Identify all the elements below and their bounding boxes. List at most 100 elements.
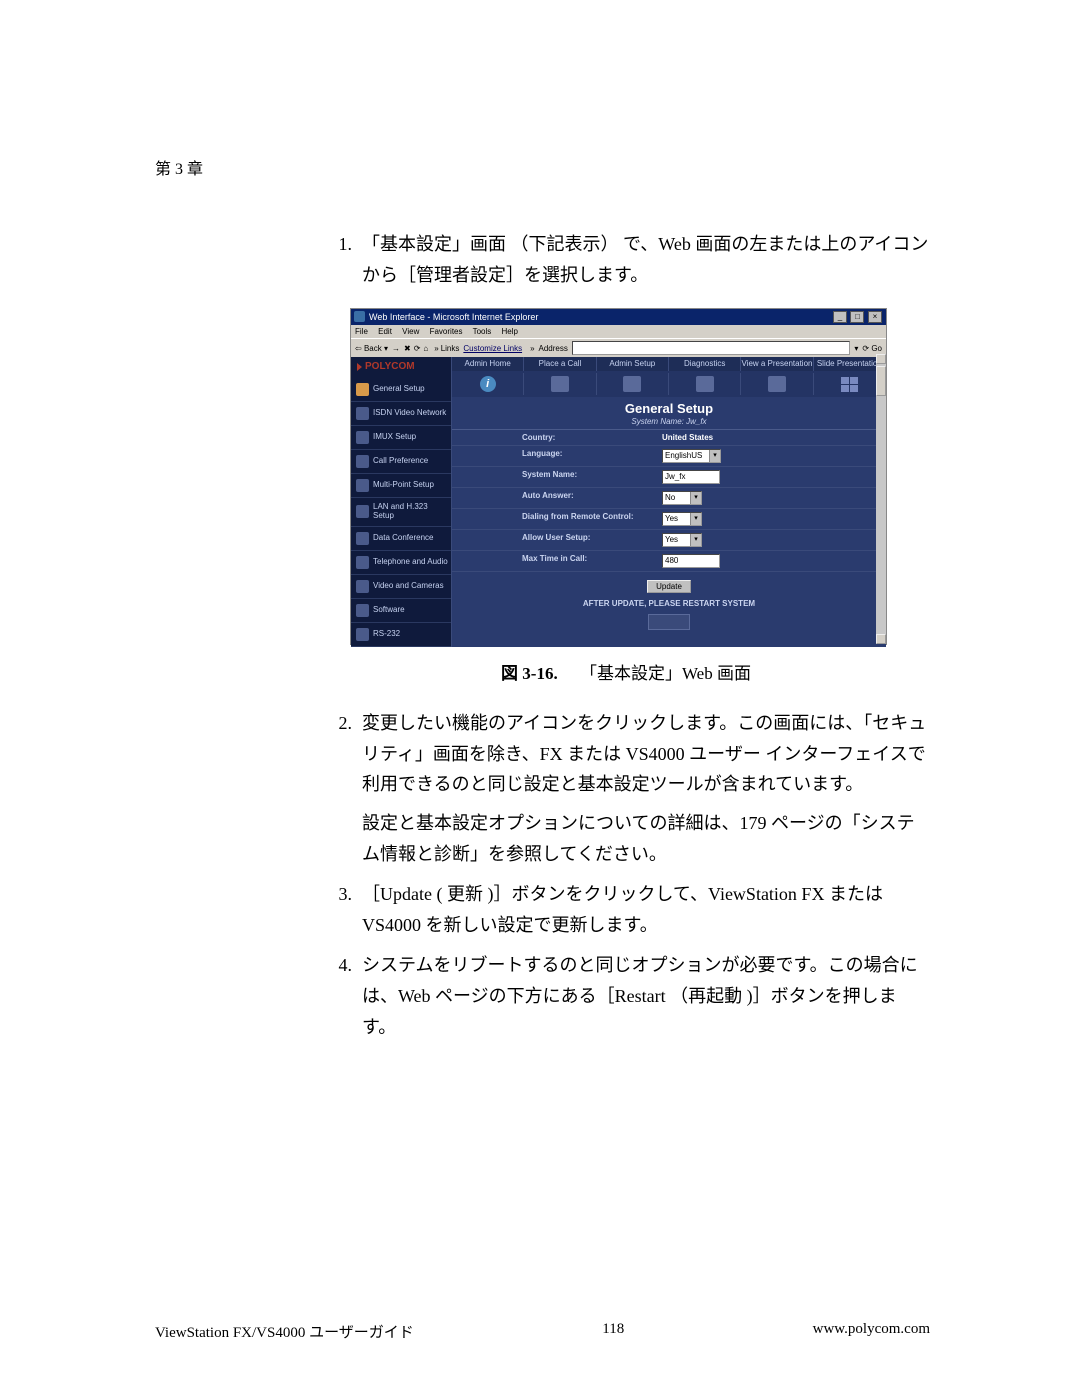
footer-right: www.polycom.com: [813, 1321, 930, 1342]
sidebar-item-call-preference[interactable]: Call Preference: [351, 450, 451, 474]
label-language: Language:: [522, 449, 662, 463]
back-button[interactable]: ⇦ Back ▾: [355, 344, 388, 353]
address-dropdown-icon[interactable]: ▾: [854, 344, 858, 353]
content-title: General Setup: [452, 397, 886, 417]
nav-admin-setup-icon[interactable]: [597, 373, 669, 395]
customize-link[interactable]: Customize Links: [463, 344, 522, 353]
instruction-list: 1. 「基本設定」画面 （下記表示） で、Web 画面の左または上のアイコンから…: [322, 229, 930, 290]
camera-icon: [356, 580, 369, 593]
refresh-icon[interactable]: ⟳: [414, 344, 421, 353]
figure: Web Interface - Microsoft Internet Explo…: [155, 308, 930, 684]
minimize-icon[interactable]: _: [833, 311, 847, 323]
nav-view-presentation[interactable]: View a Presentation: [741, 357, 813, 371]
select-dialing-remote[interactable]: Yes: [662, 512, 702, 526]
nav-admin-home-icon[interactable]: i: [452, 373, 524, 395]
sidebar-item-label: LAN and H.323 Setup: [373, 503, 449, 521]
menu-help[interactable]: Help: [502, 327, 518, 336]
label-system-name: System Name:: [522, 470, 662, 484]
close-icon[interactable]: ×: [868, 311, 882, 323]
home-icon[interactable]: ⌂: [423, 344, 428, 353]
window-title: Web Interface - Microsoft Internet Explo…: [369, 312, 538, 322]
menu-tools[interactable]: Tools: [473, 327, 492, 336]
footer-page-number: 118: [602, 1321, 624, 1342]
sidebar-item-data-conference[interactable]: Data Conference: [351, 527, 451, 551]
label-max-time: Max Time in Call:: [522, 554, 662, 568]
window-titlebar: Web Interface - Microsoft Internet Explo…: [351, 309, 886, 325]
slides-icon: [841, 377, 858, 392]
stethoscope-icon: [696, 376, 714, 392]
menu-view[interactable]: View: [402, 327, 419, 336]
sidebar-item-lan-h323[interactable]: LAN and H.323 Setup: [351, 498, 451, 527]
nav-admin-home[interactable]: Admin Home: [452, 357, 524, 371]
select-allow-user-setup[interactable]: Yes: [662, 533, 702, 547]
nav-place-call[interactable]: Place a Call: [524, 357, 596, 371]
row-language: Language: EnglishUS: [452, 446, 886, 467]
main-pane: Admin Home Place a Call Admin Setup Diag…: [452, 357, 886, 647]
toolbar: ⇦ Back ▾ → ✖ ⟳ ⌂ » Links Customize Links…: [351, 338, 886, 357]
maximize-icon[interactable]: □: [850, 311, 864, 323]
people-icon: [551, 376, 569, 392]
sidebar-item-label: General Setup: [373, 385, 425, 394]
sidebar-item-software[interactable]: Software: [351, 599, 451, 623]
step-1: 1. 「基本設定」画面 （下記表示） で、Web 画面の左または上のアイコンから…: [322, 229, 930, 290]
window-buttons: _ □ ×: [832, 311, 882, 323]
sidebar-item-general-setup[interactable]: General Setup: [351, 378, 451, 402]
value-country: United States: [662, 433, 713, 442]
sidebar-item-label: ISDN Video Network: [373, 409, 446, 418]
step-text: ［Update ( 更新 )］ボタンをクリックして、ViewStation FX…: [362, 879, 930, 940]
step-number: 1.: [322, 229, 362, 290]
stop-icon[interactable]: ✖: [404, 344, 411, 353]
sidebar-item-video-cameras[interactable]: Video and Cameras: [351, 575, 451, 599]
bottom-control: [452, 614, 886, 632]
step-number: 4.: [322, 950, 362, 1042]
go-button[interactable]: ⟳ Go: [862, 344, 882, 353]
brand-logo: POLYCOM: [351, 357, 451, 378]
label-allow-user-setup: Allow User Setup:: [522, 533, 662, 547]
menu-edit[interactable]: Edit: [378, 327, 392, 336]
update-button[interactable]: Update: [647, 580, 691, 593]
network-icon: [356, 407, 369, 420]
select-auto-answer[interactable]: No: [662, 491, 702, 505]
content-subtitle: System Name: Jw_fx: [452, 417, 886, 430]
nav-view-presentation-icon[interactable]: [741, 373, 813, 395]
document-page: 第 3 章 1. 「基本設定」画面 （下記表示） で、Web 画面の左または上の…: [0, 0, 1080, 1397]
address-label: Address: [539, 344, 568, 353]
step-text: システムをリブートするのと同じオプションが必要です。この場合には、Web ページ…: [362, 950, 930, 1042]
phone-icon: [356, 455, 369, 468]
forward-button[interactable]: →: [392, 344, 400, 353]
input-system-name[interactable]: Jw_fx: [662, 470, 720, 484]
nav-diagnostics-icon[interactable]: [669, 373, 741, 395]
figure-title: 「基本設定」Web 画面: [580, 664, 751, 683]
select-language[interactable]: EnglishUS: [662, 449, 721, 463]
sidebar-item-imux[interactable]: IMUX Setup: [351, 426, 451, 450]
multipoint-icon: [356, 479, 369, 492]
sidebar-item-label: RS-232: [373, 630, 400, 639]
restart-note: AFTER UPDATE, PLEASE RESTART SYSTEM: [452, 597, 886, 614]
input-max-time[interactable]: 480: [662, 554, 720, 568]
sidebar-item-isdn[interactable]: ISDN Video Network: [351, 402, 451, 426]
step-text: 「基本設定」画面 （下記表示） で、Web 画面の左または上のアイコンから［管理…: [362, 229, 930, 290]
row-allow-user-setup: Allow User Setup: Yes: [452, 530, 886, 551]
address-input[interactable]: [572, 341, 851, 355]
menu-file[interactable]: File: [355, 327, 368, 336]
audio-icon: [356, 556, 369, 569]
instruction-list-continued: 2. 変更したい機能のアイコンをクリックします。この画面には、「セキュリティ」画…: [322, 708, 930, 1042]
scrollbar-thumb[interactable]: [876, 366, 886, 396]
nav-admin-setup[interactable]: Admin Setup: [597, 357, 669, 371]
step-2: 2. 変更したい機能のアイコンをクリックします。この画面には、「セキュリティ」画…: [322, 708, 930, 869]
vertical-scrollbar[interactable]: [876, 354, 886, 644]
nav-panel-icon[interactable]: [648, 614, 690, 630]
app-body: POLYCOM General Setup ISDN Video Network…: [351, 357, 886, 647]
sidebar-item-multipoint[interactable]: Multi-Point Setup: [351, 474, 451, 498]
step-number: 3.: [322, 879, 362, 940]
label-dialing-remote: Dialing from Remote Control:: [522, 512, 662, 526]
nav-diagnostics[interactable]: Diagnostics: [669, 357, 741, 371]
sidebar-item-telephone-audio[interactable]: Telephone and Audio: [351, 551, 451, 575]
nav-place-call-icon[interactable]: [524, 373, 596, 395]
menu-favorites[interactable]: Favorites: [430, 327, 463, 336]
row-system-name: System Name: Jw_fx: [452, 467, 886, 488]
step-sub-text: 設定と基本設定オプションについての詳細は、179 ページの「システム情報と診断」…: [362, 808, 930, 869]
step-4: 4. システムをリブートするのと同じオプションが必要です。この場合には、Web …: [322, 950, 930, 1042]
sidebar-item-rs232[interactable]: RS-232: [351, 623, 451, 647]
sidebar-item-label: Telephone and Audio: [373, 558, 448, 567]
